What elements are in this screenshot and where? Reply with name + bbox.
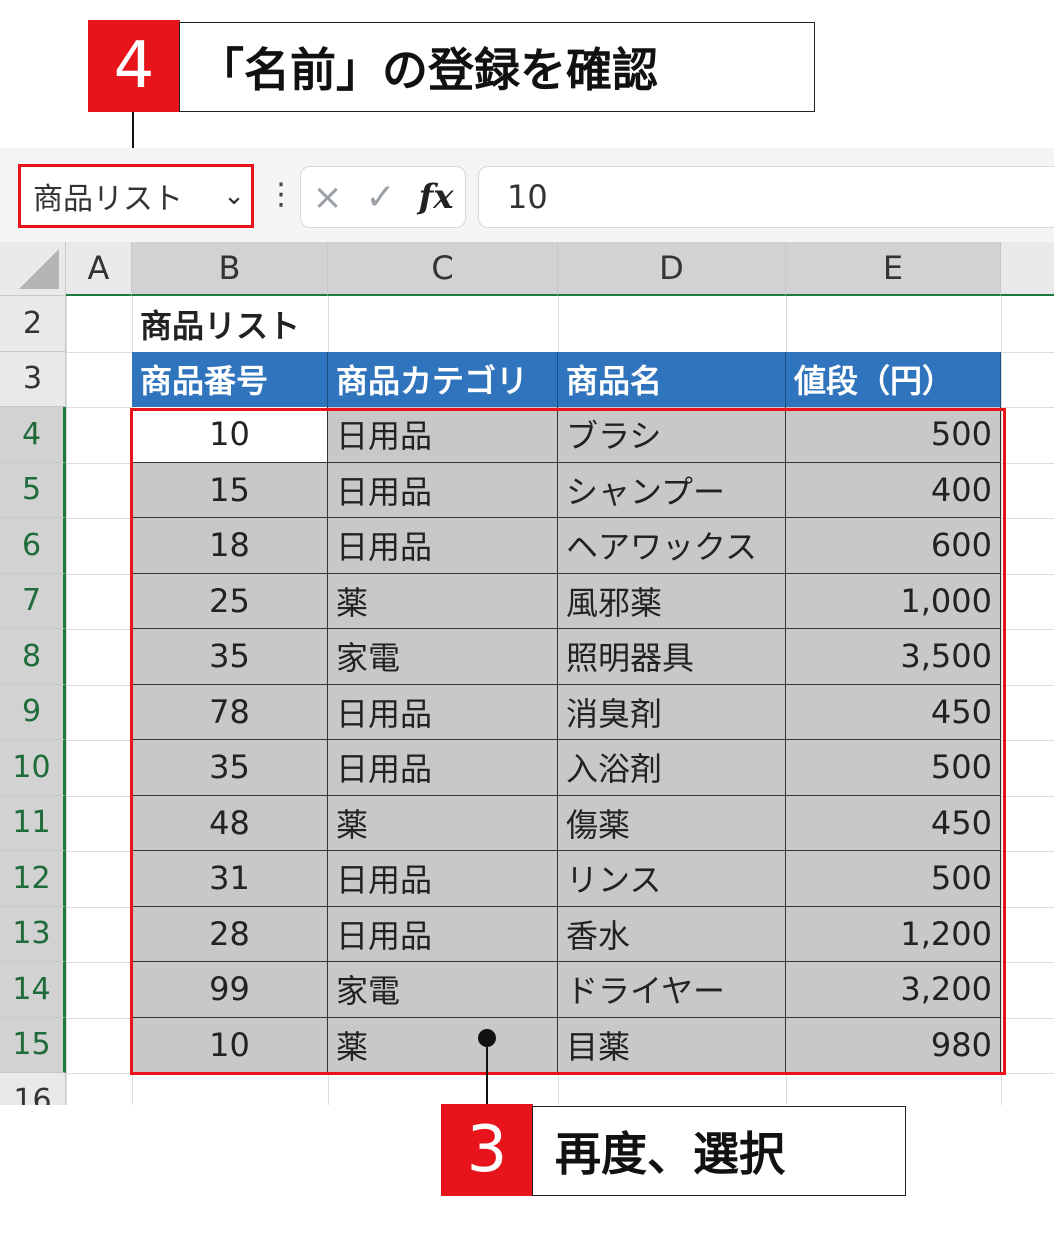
table-header-cell[interactable]: 商品番号 xyxy=(132,351,328,407)
row-header-13[interactable]: 13 xyxy=(0,906,66,962)
step-3-label: 再度、選択 xyxy=(532,1106,906,1196)
name-box[interactable]: 商品リスト ⌄ xyxy=(18,164,254,228)
step-3-number: 3 xyxy=(441,1104,533,1196)
row-header-14[interactable]: 14 xyxy=(0,962,66,1018)
formula-input[interactable]: 10 xyxy=(478,166,1054,228)
column-header-a[interactable]: A xyxy=(66,242,132,296)
name-box-value: 商品リスト xyxy=(33,182,183,217)
formula-controls: × ✓ fx xyxy=(300,166,466,228)
column-header-b[interactable]: B xyxy=(132,242,328,296)
row-header-4[interactable]: 4 xyxy=(0,407,66,463)
row-header-5[interactable]: 5 xyxy=(0,462,66,518)
row-header-16[interactable]: 16 xyxy=(0,1073,66,1105)
column-header-e[interactable]: E xyxy=(786,242,1001,296)
enter-icon[interactable]: ✓ xyxy=(366,177,396,218)
cancel-icon[interactable]: × xyxy=(312,177,342,218)
step-4-label: 「名前」の登録を確認 xyxy=(179,22,815,112)
insert-function-icon[interactable]: fx xyxy=(419,177,454,217)
gridline xyxy=(66,296,67,1105)
table-header-cell[interactable]: 商品カテゴリ xyxy=(328,351,558,407)
row-header-9[interactable]: 9 xyxy=(0,684,66,740)
row-header-12[interactable]: 12 xyxy=(0,851,66,907)
more-options-icon[interactable]: ⋮ xyxy=(266,180,296,210)
column-header-c[interactable]: C xyxy=(328,242,558,296)
table-title[interactable]: 商品リスト xyxy=(132,296,432,352)
row-header-3[interactable]: 3 xyxy=(0,351,66,407)
chevron-down-icon[interactable]: ⌄ xyxy=(217,181,251,211)
row-header-11[interactable]: 11 xyxy=(0,795,66,851)
row-header-8[interactable]: 8 xyxy=(0,629,66,685)
column-header-d[interactable]: D xyxy=(558,242,786,296)
column-header-f[interactable] xyxy=(1001,242,1054,296)
row-header-10[interactable]: 10 xyxy=(0,740,66,796)
row-header-2[interactable]: 2 xyxy=(0,296,66,352)
step-4-number: 4 xyxy=(88,20,180,112)
row-header-6[interactable]: 6 xyxy=(0,518,66,574)
table-header-cell[interactable]: 値段（円） xyxy=(786,351,1001,407)
select-all-corner[interactable] xyxy=(0,242,66,296)
row-header-15[interactable]: 15 xyxy=(0,1017,66,1073)
row-header-7[interactable]: 7 xyxy=(0,573,66,629)
selection-highlight xyxy=(130,408,1006,1075)
step-3-pointer-line xyxy=(486,1038,488,1106)
table-header-cell[interactable]: 商品名 xyxy=(558,351,786,407)
select-all-triangle-icon xyxy=(19,249,59,289)
